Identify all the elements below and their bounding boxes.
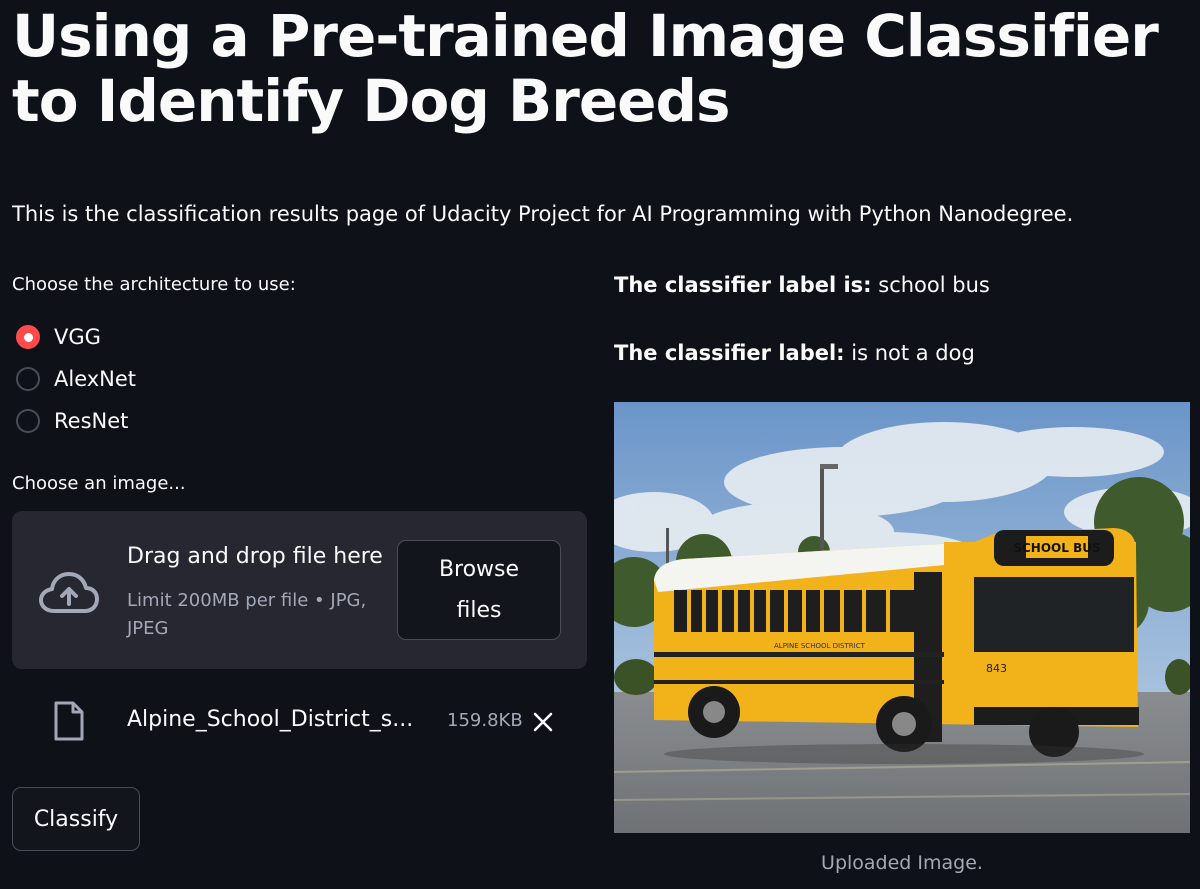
uploaded-image: SCHOOL BUS ALPINE SCHOOL DISTRICT 843 [614,402,1190,833]
close-icon[interactable] [532,711,554,733]
architecture-label: Choose the architecture to use: [12,274,296,295]
cloud-upload-icon [39,572,99,613]
radio-unselected-icon [16,409,40,433]
radio-unselected-icon [16,367,40,391]
radio-label-resnet: ResNet [54,409,129,433]
file-icon [54,701,84,741]
page-intro: This is the classification results page … [12,202,1074,226]
page-title: Using a Pre-trained Image Classifier to … [12,2,1159,135]
bus-number: 843 [986,662,1007,675]
school-bus-photo: SCHOOL BUS ALPINE SCHOOL DISTRICT 843 [614,402,1190,833]
radio-label-alexnet: AlexNet [54,367,137,391]
radio-option-vgg[interactable]: VGG [16,316,136,358]
uploaded-file-size: 159.8KB [447,710,523,731]
result-label-value: school bus [878,273,990,297]
uploaded-file-name: Alpine_School_District_s... [127,707,414,732]
file-dropzone[interactable]: Drag and drop file here Limit 200MB per … [12,511,587,669]
bus-district-text: ALPINE SCHOOL DISTRICT [774,642,866,650]
bus-destination-sign: SCHOOL BUS [1013,541,1100,555]
dropzone-limit-text: Limit 200MB per file • JPG, JPEG [127,590,367,639]
dog-check-prefix: The classifier label: [614,341,845,365]
app-page: Using a Pre-trained Image Classifier to … [0,0,1200,889]
uploaded-file-row: Alpine_School_District_s... 159.8KB [12,694,587,750]
architecture-radio-group: VGG AlexNet ResNet [16,316,136,442]
image-caption: Uploaded Image. [821,852,983,874]
dropzone-instructions: Drag and drop file here [127,544,383,569]
classifier-label-result: The classifier label is: school bus [614,273,990,297]
radio-selected-icon [16,325,40,349]
radio-label-vgg: VGG [54,325,101,349]
dog-check-value: is not a dog [851,341,975,365]
image-uploader-label: Choose an image... [12,473,186,494]
radio-option-resnet[interactable]: ResNet [16,400,136,442]
browse-files-button[interactable]: Browse files [397,540,561,640]
result-label-prefix: The classifier label is: [614,273,872,297]
dog-check-result: The classifier label: is not a dog [614,341,975,365]
radio-option-alexnet[interactable]: AlexNet [16,358,136,400]
classify-button[interactable]: Classify [12,787,140,851]
